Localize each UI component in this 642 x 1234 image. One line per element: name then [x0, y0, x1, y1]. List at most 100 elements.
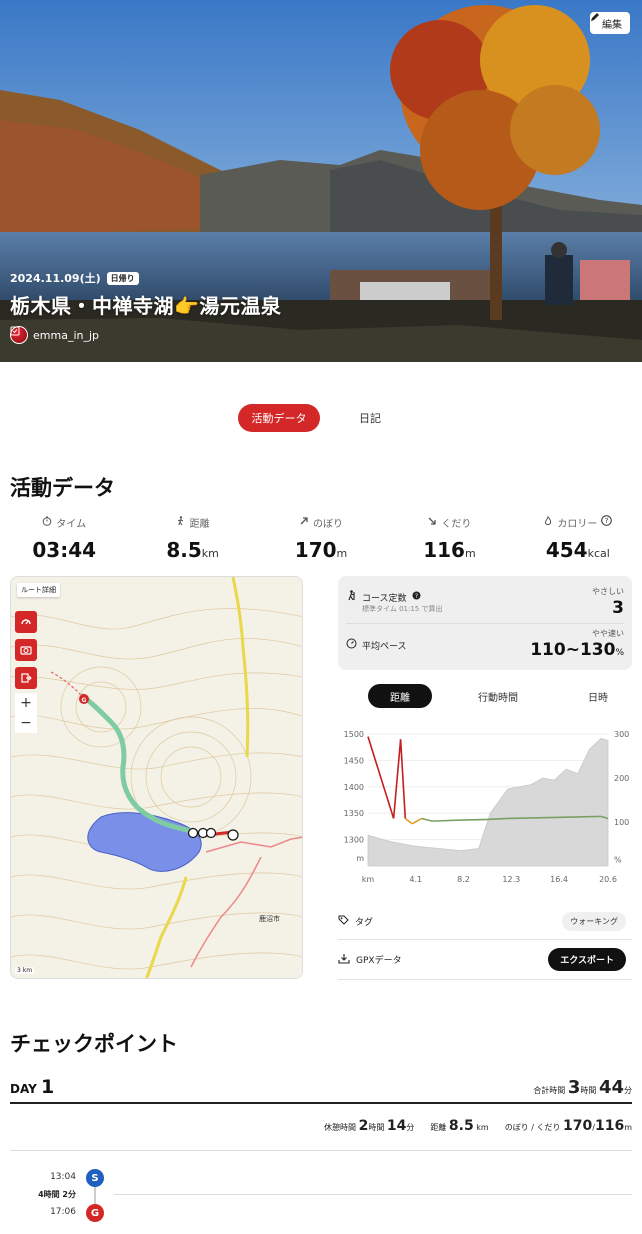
rest-hours-unit: 時間 [368, 1123, 385, 1132]
day-number: 1 [40, 1076, 55, 1098]
stat-descent: くだり 116m [385, 514, 513, 564]
pace-value: 110~130 [530, 640, 616, 660]
arrow-down-right-icon [427, 516, 437, 529]
tab-active-time[interactable]: 行動時間 [478, 684, 518, 708]
goal-marker[interactable]: G [86, 1204, 104, 1222]
stat-label: カロリー [557, 518, 598, 530]
map-photo-button[interactable] [15, 639, 37, 661]
elevation-segment [404, 817, 413, 825]
elevation-segment [484, 817, 508, 821]
y-left-tick: 1400 [344, 783, 364, 792]
goal-time: 17:06 [50, 1207, 76, 1217]
zoom-out-button[interactable]: − [15, 713, 37, 733]
up-value: 170 [563, 1118, 593, 1134]
tag-walking[interactable]: ウォーキング [562, 912, 626, 931]
stats-row: タイム 03:44 距離 8.5km のぼり 170m くだり 116m カロリ… [0, 514, 642, 564]
updown-unit: m [624, 1123, 632, 1132]
map-city-label: 鹿沼市 [259, 914, 280, 923]
y-left-tick: 1500 [344, 730, 364, 739]
elevation-segment [554, 816, 578, 819]
x-tick: 12.3 [502, 875, 520, 884]
course-level: やさしい [592, 587, 624, 596]
stat-value: 170 [294, 538, 337, 562]
tab-datetime[interactable]: 日時 [588, 684, 608, 708]
chart-axis-tabs: 距離 行動時間 日時 [338, 684, 632, 708]
elevation-segment [411, 817, 422, 825]
export-button[interactable]: エクスポート [548, 948, 626, 971]
stat-label: くだり [441, 518, 472, 530]
course-constant-sub: 標準タイム 01:15 で算出 [362, 605, 443, 613]
stat-value: 454 [545, 538, 588, 562]
arrow-up-right-icon [299, 516, 309, 529]
course-constant-row: コース定数 ? 標準タイム 01:15 で算出 やさしい 3 [346, 584, 624, 624]
flame-icon [543, 515, 553, 529]
user-link[interactable]: emma_in_jp [10, 326, 104, 344]
tab-diary[interactable]: 日記 [352, 404, 388, 432]
elevation-segment [461, 818, 485, 821]
total-hours-unit: 時間 [580, 1086, 597, 1095]
stat-value: 03:44 [32, 538, 97, 562]
average-pace-label: 平均ペース [362, 641, 407, 652]
route-map[interactable]: G 鹿沼市 ルート詳細 + − 3 km [10, 576, 303, 979]
zoom-in-button[interactable]: + [15, 693, 37, 713]
tag-label: タグ [355, 918, 374, 928]
day-distance: 距離 8.5 km [430, 1118, 488, 1134]
course-summary-card: コース定数 ? 標準タイム 01:15 で算出 やさしい 3 平均ペース やや速… [338, 576, 632, 670]
total-time: 合計時間 3時間 44分 [533, 1077, 632, 1098]
tab-activity-data[interactable]: 活動データ [238, 404, 320, 432]
y-right-tick: 200 [614, 774, 629, 783]
stat-label: タイム [56, 518, 87, 530]
elevation-chart: 1500 1450 1400 1350 1300 m 300 200 100% km 4.1 8.2 1… [338, 726, 632, 888]
day-trip-badge: 日帰り [106, 271, 139, 285]
camera-icon [20, 641, 32, 660]
gauge-icon [20, 613, 32, 632]
tab-distance[interactable]: 距離 [368, 684, 432, 708]
elevation-segment [507, 817, 532, 820]
down-value: 116 [594, 1118, 625, 1134]
distance-value: 8.5 [448, 1118, 474, 1134]
elevation-segment [367, 736, 395, 819]
rest-minutes-unit: 分 [406, 1123, 415, 1132]
stat-label: 距離 [189, 518, 210, 530]
stat-unit: m [336, 547, 348, 560]
y-right-tick: % [614, 855, 622, 864]
elevation-segment [399, 739, 407, 819]
map-marker-button[interactable] [15, 667, 37, 689]
gpx-row: GPXデータ エクスポート [338, 940, 632, 980]
svg-text:?: ? [605, 517, 609, 525]
help-icon[interactable]: ? [601, 515, 613, 529]
gauge-icon [346, 638, 357, 652]
stat-unit: kcal [587, 547, 610, 560]
elevation-segment [531, 816, 555, 819]
y-left-tick: 1350 [344, 809, 364, 818]
edit-label: 編集 [602, 19, 622, 31]
elevation-chart-svg: 1500 1450 1400 1350 1300 m 300 200 100% km 4.1 8.2 1… [344, 730, 630, 884]
tag-row: タグ ウォーキング [338, 904, 632, 940]
pace-unit: % [615, 648, 624, 658]
elevation-segment [421, 817, 433, 822]
total-hours: 3 [567, 1077, 581, 1098]
total-minutes: 44 [598, 1077, 624, 1098]
stat-value: 8.5 [166, 538, 202, 562]
day-header: DAY 1 合計時間 3時間 44分 [10, 1076, 632, 1104]
date-text: 2024.11.09(土) [10, 272, 101, 285]
map-scale: 3 km [15, 967, 35, 974]
rest-time-label: 休憩時間 [324, 1123, 357, 1132]
stat-calories: カロリー ? 454kcal [514, 514, 642, 564]
start-marker[interactable]: S [86, 1169, 104, 1187]
stat-value: 116 [423, 538, 465, 562]
map-gauge-button[interactable] [15, 611, 37, 633]
edit-button[interactable]: 編集 [590, 12, 630, 34]
stat-label: のぼり [313, 518, 344, 530]
y-left-tick: 1300 [344, 836, 364, 845]
route-detail-button[interactable]: ルート詳細 [17, 583, 60, 597]
elevation-segment [392, 739, 402, 819]
day-summary: 休憩時間 2時間 14分 距離 8.5 km のぼり / くだり 170/116… [324, 1118, 632, 1134]
x-tick: 20.6 [599, 875, 617, 884]
distance-unit: km [476, 1123, 489, 1132]
stat-unit: km [201, 547, 219, 560]
help-icon[interactable]: ? [412, 591, 421, 603]
y-left-tick: m [356, 854, 364, 863]
username: emma_in_jp [33, 328, 100, 342]
download-icon [338, 953, 350, 967]
